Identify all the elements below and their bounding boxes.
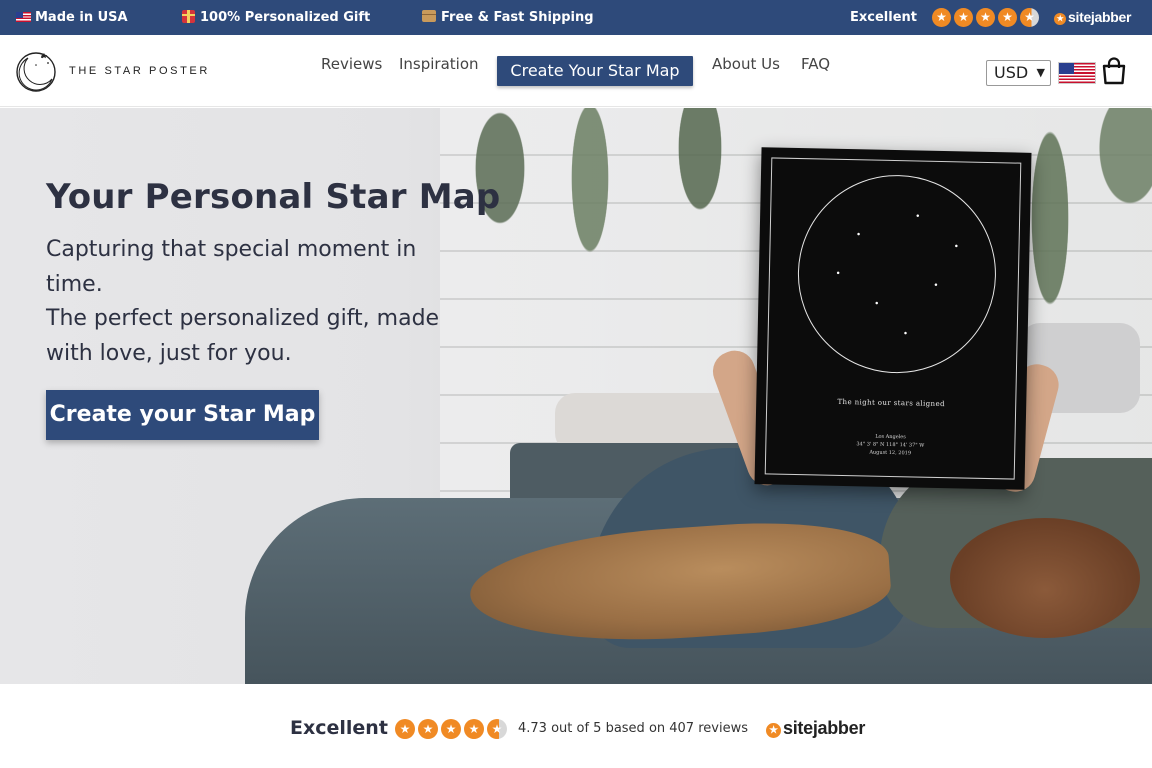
star-icon: ★ xyxy=(932,8,951,27)
star-map-poster: The night our stars aligned Los Angeles … xyxy=(754,147,1032,490)
hero-head xyxy=(950,518,1140,638)
made-in-usa-label: Made in USA xyxy=(35,10,128,25)
create-star-map-button[interactable]: Create your Star Map xyxy=(46,390,319,440)
gift-icon xyxy=(182,10,195,23)
star-icon: ★ xyxy=(418,719,438,739)
fast-shipping-label: Free & Fast Shipping xyxy=(441,10,594,25)
personalized-gift-label: 100% Personalized Gift xyxy=(200,10,371,25)
hero-subtitle-line: Capturing that special moment in time. xyxy=(46,237,417,297)
us-flag-icon[interactable] xyxy=(1059,63,1095,83)
sitejabber-logo[interactable]: ★ sitejabber xyxy=(1054,9,1131,25)
half-star-icon: ★ xyxy=(1020,8,1039,27)
package-icon xyxy=(422,10,436,22)
nav-reviews[interactable]: Reviews xyxy=(321,55,382,73)
reviews-strip: Excellent ★ ★ ★ ★ ★ 4.73 out of 5 based … xyxy=(0,684,1152,768)
star-icon: ★ xyxy=(441,719,461,739)
hero-title: Your Personal Star Map xyxy=(46,177,501,217)
reviews-rating-stars[interactable]: ★ ★ ★ ★ ★ xyxy=(395,719,507,739)
star-map-circle xyxy=(795,173,998,376)
star-icon: ★ xyxy=(954,8,973,27)
nav-inspiration[interactable]: Inspiration xyxy=(399,55,479,73)
site-header: THE STAR POSTER Reviews Inspiration Crea… xyxy=(0,35,1152,107)
made-in-usa: Made in USA xyxy=(16,10,128,25)
currency-value: USD xyxy=(994,63,1029,82)
reviews-summary: 4.73 out of 5 based on 407 reviews xyxy=(518,721,748,736)
poster-tagline: The night our stars aligned xyxy=(837,397,946,409)
announcement-bar: Made in USA 100% Personalized Gift Free … xyxy=(0,0,1152,35)
currency-select[interactable]: USD ▼ xyxy=(986,60,1051,86)
sitejabber-logo[interactable]: ★ sitejabber xyxy=(766,718,865,739)
poster-frame: The night our stars aligned Los Angeles … xyxy=(764,157,1022,480)
chevron-down-icon: ▼ xyxy=(1036,66,1045,79)
fast-shipping: Free & Fast Shipping xyxy=(422,10,594,25)
sitejabber-icon: ★ xyxy=(1054,13,1066,25)
nav-about-us[interactable]: About Us xyxy=(712,55,780,73)
star-icon: ★ xyxy=(976,8,995,27)
hero-subtitle: Capturing that special moment in time. T… xyxy=(46,233,466,371)
shopping-bag-icon[interactable] xyxy=(1101,57,1127,85)
reviews-rating-label: Excellent xyxy=(290,717,388,739)
half-star-icon: ★ xyxy=(487,719,507,739)
poster-location: Los Angeles 34° 3' 8" N 118° 14' 37" W A… xyxy=(766,430,1014,459)
nav-faq[interactable]: FAQ xyxy=(801,55,830,73)
star-icon: ★ xyxy=(998,8,1017,27)
star-icon: ★ xyxy=(464,719,484,739)
site-logo[interactable]: THE STAR POSTER xyxy=(14,49,207,93)
sitejabber-icon: ★ xyxy=(766,723,781,738)
nav-create-star-map[interactable]: Create Your Star Map xyxy=(497,56,693,86)
personalized-gift: 100% Personalized Gift xyxy=(182,10,370,25)
logo-text: THE STAR POSTER xyxy=(69,65,210,77)
topbar-rating-stars[interactable]: ★ ★ ★ ★ ★ xyxy=(932,8,1039,27)
topbar-rating-label: Excellent xyxy=(850,10,917,25)
us-flag-icon xyxy=(16,12,31,22)
star-icon: ★ xyxy=(395,719,415,739)
hero-subtitle-line: The perfect personalized gift, made with… xyxy=(46,306,440,366)
moon-logo-icon xyxy=(16,52,56,92)
